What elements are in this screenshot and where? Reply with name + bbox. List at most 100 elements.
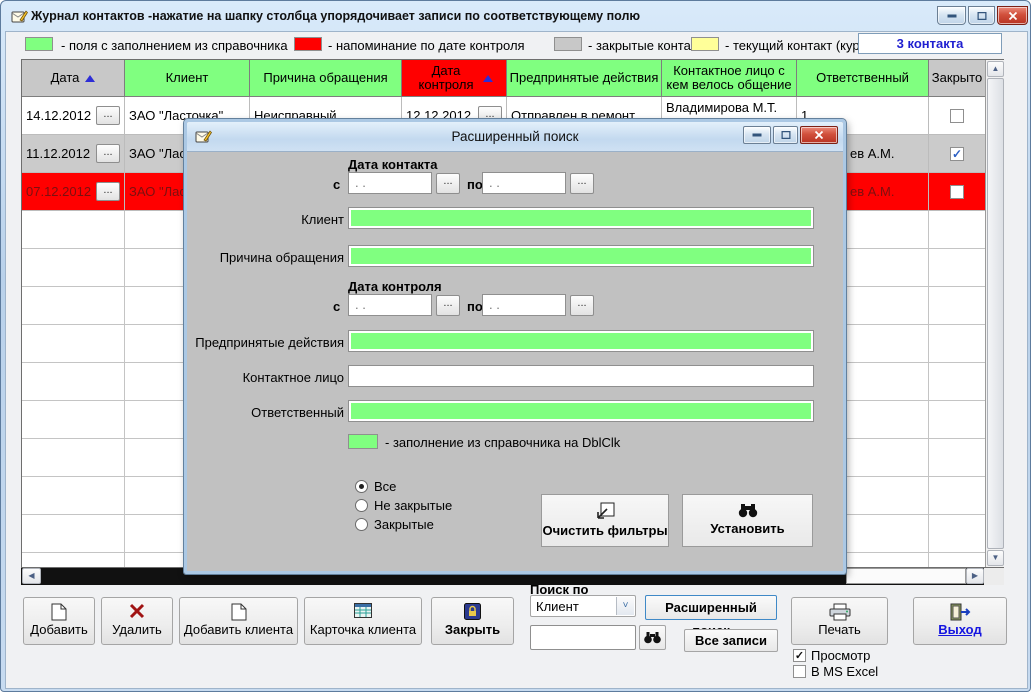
column-header-responsible[interactable]: Ответственный xyxy=(797,60,929,97)
radio-closed-label: Закрытые xyxy=(374,517,434,532)
responsible-filter-input[interactable] xyxy=(348,400,814,422)
preview-checkbox[interactable]: ✓ xyxy=(793,649,806,662)
reason-filter-input[interactable] xyxy=(348,245,814,267)
actions-field-label: Предпринятые действия xyxy=(193,335,344,350)
contacts-count-badge: 3 контакта xyxy=(858,33,1002,54)
client-filter-input[interactable] xyxy=(348,207,814,229)
excel-checkbox[interactable] xyxy=(793,665,806,678)
to-label: по xyxy=(467,177,483,192)
radio-not-closed-label: Не закрытые xyxy=(374,498,452,513)
scrollbar-corner xyxy=(984,568,1004,585)
clear-filters-button[interactable]: Очистить фильтры xyxy=(541,494,669,547)
column-header-contact[interactable]: Контактное лицо с кем велось общение xyxy=(662,60,797,97)
binoculars-icon xyxy=(738,502,758,518)
actions-filter-input[interactable] xyxy=(348,330,814,352)
minimize-button[interactable] xyxy=(937,6,966,25)
advanced-search-dialog: Расширенный поиск Дата контакта с . . ..… xyxy=(184,119,846,574)
sort-asc-icon xyxy=(85,75,95,82)
excel-checkbox-label: В MS Excel xyxy=(811,664,878,679)
date-picker-button[interactable]: ... xyxy=(96,106,120,125)
dialog-close-button[interactable] xyxy=(800,126,838,144)
contact-date-section-label: Дата контакта xyxy=(348,157,438,172)
chevron-down-icon[interactable]: ˅ xyxy=(616,597,634,615)
radio-all-label: Все xyxy=(374,479,396,494)
find-button[interactable] xyxy=(639,625,666,650)
control-date-from-input[interactable]: . . xyxy=(348,294,432,316)
exit-button[interactable]: Выход xyxy=(913,597,1007,645)
scroll-left-icon[interactable]: ◀ xyxy=(22,568,41,584)
window-title: Журнал контактов -нажатие на шапку столб… xyxy=(31,9,640,23)
control-date-section-label: Дата контроля xyxy=(348,279,442,294)
from-label: с xyxy=(333,177,340,192)
legend-swatch-reminder xyxy=(294,37,322,51)
contact-date-from-picker-button[interactable]: ... xyxy=(436,173,460,194)
vertical-scrollbar[interactable]: ▲ ▼ xyxy=(985,60,1004,567)
closed-checkbox[interactable] xyxy=(950,109,964,123)
app-window: Журнал контактов -нажатие на шапку столб… xyxy=(0,0,1031,692)
column-header-control-date[interactable]: Дата контроля xyxy=(402,60,507,97)
add-button[interactable]: Добавить xyxy=(23,597,95,645)
app-icon xyxy=(11,8,28,25)
all-records-button[interactable]: Все записи xyxy=(684,629,778,652)
client-field-label: Клиент xyxy=(193,212,344,227)
contact-date-to-picker-button[interactable]: ... xyxy=(570,173,594,194)
preview-checkbox-label: Просмотр xyxy=(811,648,870,663)
close-journal-button[interactable]: Закрыть xyxy=(431,597,514,645)
contact-date-from-input[interactable]: . . xyxy=(348,172,432,194)
legend-swatch-reference xyxy=(25,37,53,51)
dialog-legend-note: - заполнение из справочника на DblClk xyxy=(385,435,620,450)
from-label: с xyxy=(333,299,340,314)
dialog-titlebar[interactable]: Расширенный поиск xyxy=(187,122,843,152)
control-date-to-input[interactable]: . . xyxy=(482,294,566,316)
exit-door-icon xyxy=(949,603,971,621)
client-card-button[interactable]: Карточка клиента xyxy=(304,597,422,645)
vertical-scroll-thumb[interactable] xyxy=(987,78,1004,549)
search-by-combobox[interactable]: Клиент ˅ xyxy=(530,595,636,617)
restore-button[interactable] xyxy=(968,6,995,25)
responsible-field-label: Ответственный xyxy=(193,405,344,420)
clear-filter-icon xyxy=(595,502,615,520)
apply-filters-button[interactable]: Установить xyxy=(682,494,813,547)
radio-not-closed[interactable] xyxy=(355,499,368,512)
legend-swatch-closed xyxy=(554,37,582,51)
date-picker-button[interactable]: ... xyxy=(96,182,120,201)
search-input[interactable] xyxy=(530,625,636,650)
close-button[interactable] xyxy=(997,6,1028,25)
date-picker-button[interactable]: ... xyxy=(96,144,120,163)
scroll-down-icon[interactable]: ▼ xyxy=(987,550,1004,566)
table-header-row: Дата Клиент Причина обращения Дата контр… xyxy=(22,60,985,97)
closed-checkbox[interactable]: ✓ xyxy=(950,147,964,161)
legend-label-reference: - поля с заполнением из справочника xyxy=(61,38,288,53)
add-client-button[interactable]: Добавить клиента xyxy=(179,597,298,645)
column-header-client[interactable]: Клиент xyxy=(125,60,250,97)
sort-asc-icon xyxy=(483,75,493,82)
printer-icon xyxy=(829,603,851,621)
dialog-minimize-button[interactable] xyxy=(743,126,771,144)
column-header-actions[interactable]: Предпринятые действия xyxy=(507,60,662,97)
contact-person-field-label: Контактное лицо xyxy=(193,370,344,385)
scroll-up-icon[interactable]: ▲ xyxy=(987,61,1004,77)
dialog-legend-swatch xyxy=(348,434,378,449)
scroll-right-icon[interactable]: ▶ xyxy=(966,568,984,584)
delete-button[interactable]: Удалить xyxy=(101,597,173,645)
new-document-icon xyxy=(50,603,68,621)
contact-person-filter-input[interactable] xyxy=(348,365,814,387)
contact-date-to-input[interactable]: . . xyxy=(482,172,566,194)
control-date-from-picker-button[interactable]: ... xyxy=(436,295,460,316)
binoculars-icon xyxy=(644,631,661,644)
advanced-search-button[interactable]: Расширенный поиск xyxy=(645,595,777,620)
column-header-closed[interactable]: Закрыто xyxy=(929,60,985,97)
print-button[interactable]: Печать xyxy=(791,597,888,645)
dialog-restore-button[interactable] xyxy=(773,126,798,144)
radio-all[interactable] xyxy=(355,480,368,493)
card-grid-icon xyxy=(354,603,372,621)
control-date-to-picker-button[interactable]: ... xyxy=(570,295,594,316)
lock-icon xyxy=(464,603,482,621)
radio-closed[interactable] xyxy=(355,518,368,531)
reason-field-label: Причина обращения xyxy=(193,250,344,265)
window-titlebar[interactable]: Журнал контактов -нажатие на шапку столб… xyxy=(1,1,1030,31)
closed-checkbox[interactable] xyxy=(950,185,964,199)
column-header-date[interactable]: Дата xyxy=(22,60,125,97)
horizontal-scroll-thumb[interactable] xyxy=(846,568,966,584)
column-header-reason[interactable]: Причина обращения xyxy=(250,60,402,97)
